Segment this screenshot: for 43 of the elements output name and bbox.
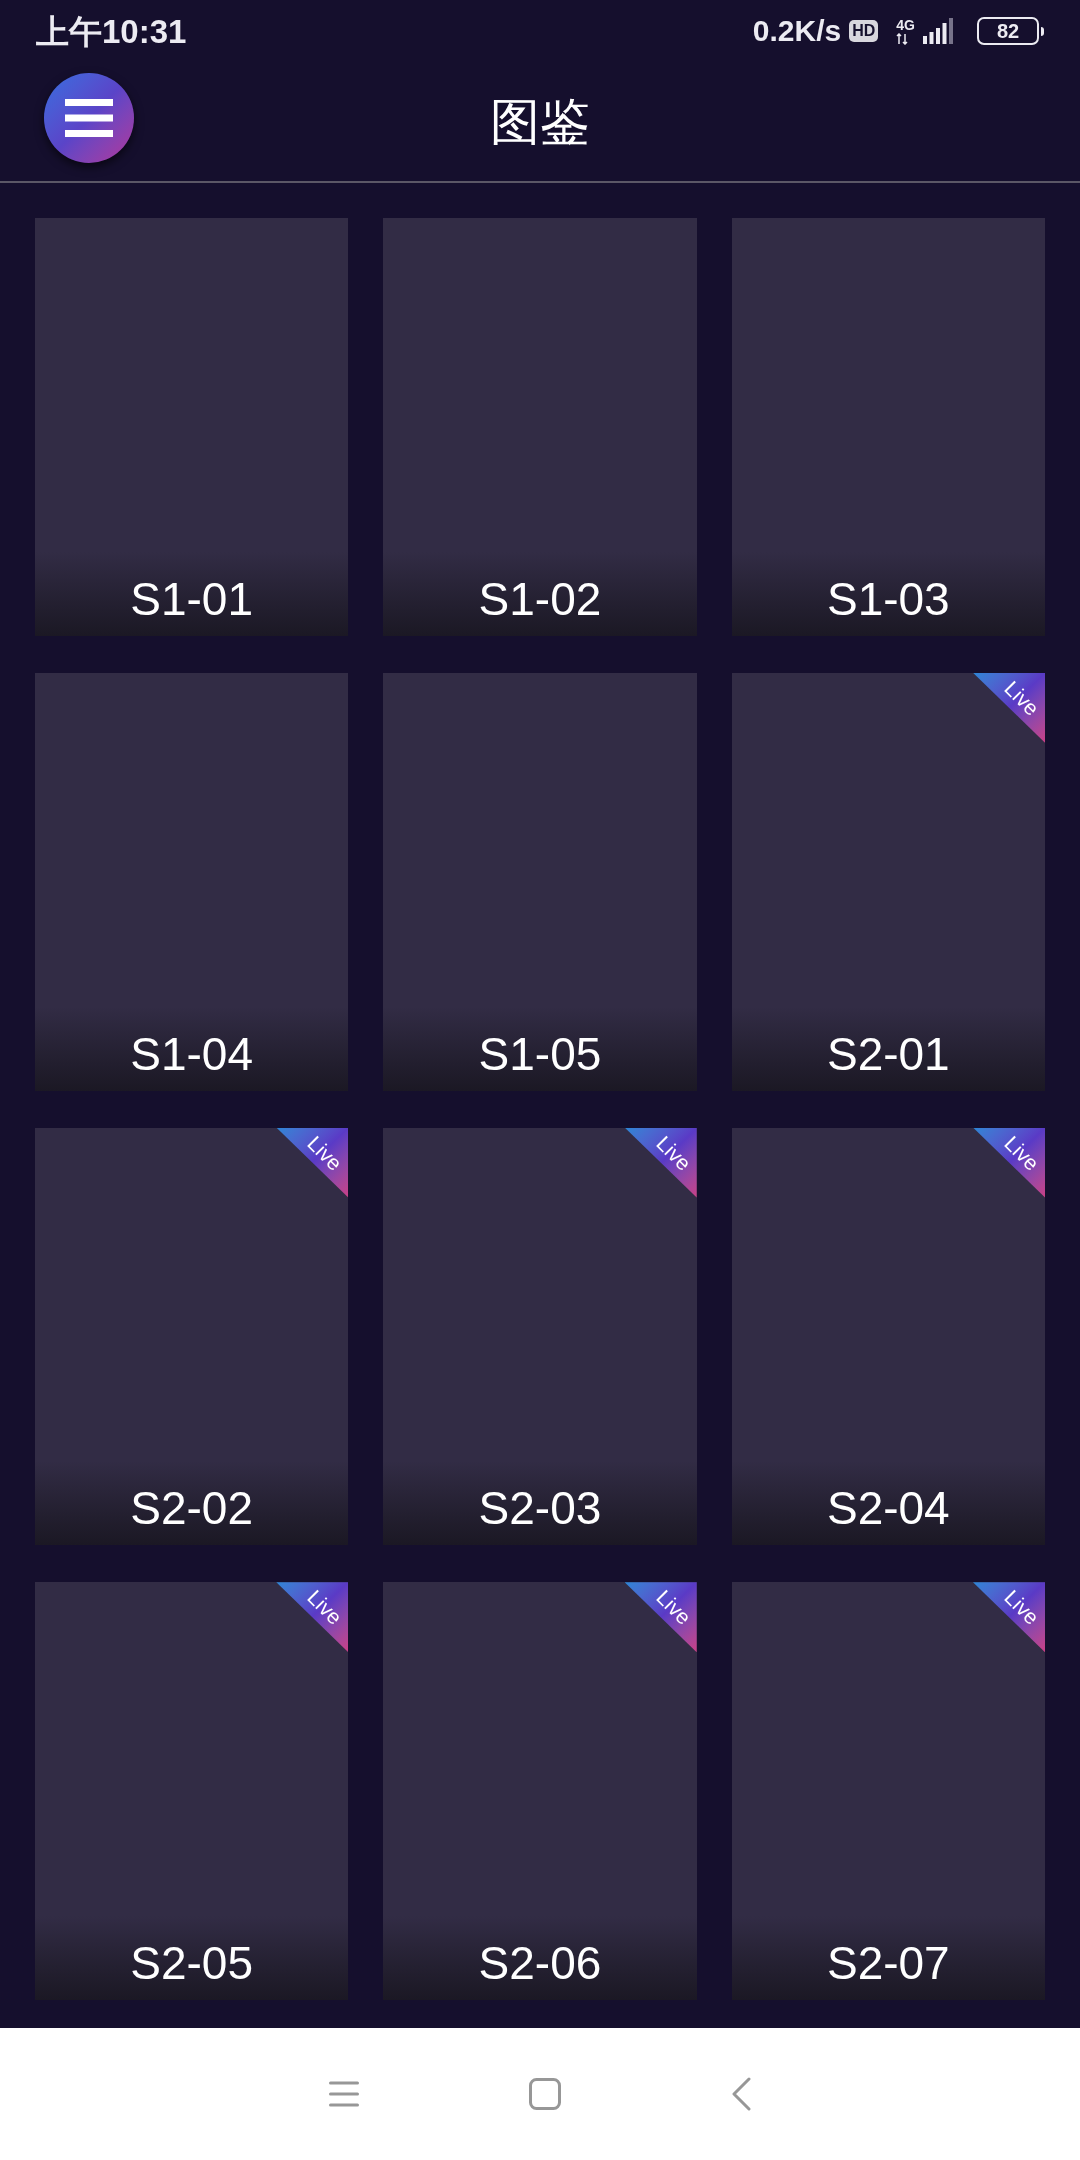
gallery-card[interactable]: Live S2-02 xyxy=(35,1127,349,1546)
data-arrows-icon xyxy=(896,32,909,45)
live-badge: Live xyxy=(973,1582,1045,1653)
home-square-icon[interactable] xyxy=(529,2078,561,2110)
card-label: S2-05 xyxy=(130,1940,254,1986)
card-label: S2-01 xyxy=(826,1030,950,1077)
live-badge: Live xyxy=(973,672,1045,743)
gallery-card[interactable]: Live S2-07 xyxy=(731,1582,1045,2000)
gallery-card[interactable]: Live S2-04 xyxy=(731,1127,1045,1546)
battery-indicator: 82 xyxy=(977,17,1039,45)
status-time: 上午10:31 xyxy=(36,14,187,48)
card-label: S2-02 xyxy=(130,1485,254,1532)
live-badge: Live xyxy=(276,1127,349,1198)
gallery-card[interactable]: Live S2-06 xyxy=(383,1582,697,2000)
back-icon[interactable] xyxy=(731,2077,751,2111)
network-speed: 0.2K/s xyxy=(752,16,842,46)
menu-icon[interactable] xyxy=(329,2081,359,2107)
card-label: S1-02 xyxy=(478,575,602,622)
live-badge: Live xyxy=(973,1127,1045,1198)
gallery-card[interactable]: S1-02 xyxy=(383,218,697,636)
card-label: S2-07 xyxy=(826,1940,950,1986)
gallery-card[interactable]: S1-05 xyxy=(383,672,697,1091)
network-type: 4G xyxy=(896,17,915,33)
menu-icon xyxy=(65,99,113,137)
gallery-card[interactable]: S1-04 xyxy=(35,672,349,1091)
card-label: S2-04 xyxy=(826,1485,950,1532)
card-label: S2-03 xyxy=(478,1485,602,1532)
gallery-card[interactable]: Live S2-05 xyxy=(35,1582,349,2000)
signal-icon xyxy=(923,18,953,44)
page-title: 图鉴 xyxy=(490,96,590,147)
card-label: S1-05 xyxy=(478,1030,602,1077)
hd-badge: HD xyxy=(849,20,879,42)
live-badge: Live xyxy=(276,1582,349,1653)
live-badge: Live xyxy=(624,1127,697,1198)
card-label: S2-06 xyxy=(478,1940,602,1986)
card-label: S1-04 xyxy=(130,1030,254,1077)
card-label: S1-03 xyxy=(826,575,950,622)
gallery-card[interactable]: S1-01 xyxy=(35,218,349,636)
card-label: S1-01 xyxy=(130,575,254,622)
gallery-card[interactable]: Live S2-01 xyxy=(731,672,1045,1091)
gallery-card[interactable]: Live S2-03 xyxy=(383,1127,697,1546)
live-badge: Live xyxy=(624,1582,697,1653)
gallery-card[interactable]: S1-03 xyxy=(731,218,1045,636)
